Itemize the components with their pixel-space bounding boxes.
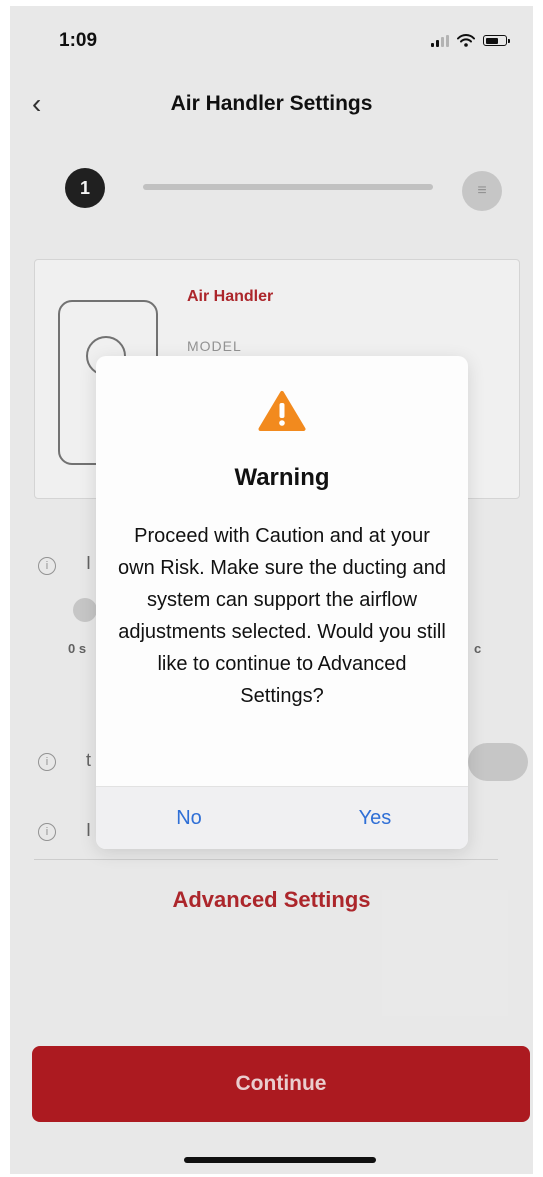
dialog-message: Proceed with Caution and at your own Ris… — [118, 525, 446, 707]
app-screen: 1:09 ‹ Air Handler Settings 1 ≡ Air Hand… — [10, 6, 533, 1174]
warning-triangle-icon — [258, 391, 306, 431]
dialog-actions: No Yes — [96, 786, 468, 849]
no-button[interactable]: No — [96, 787, 282, 849]
warning-dialog: Warning Proceed with Caution and at your… — [96, 356, 468, 849]
yes-button[interactable]: Yes — [282, 787, 468, 849]
dialog-title: Warning — [234, 464, 330, 491]
